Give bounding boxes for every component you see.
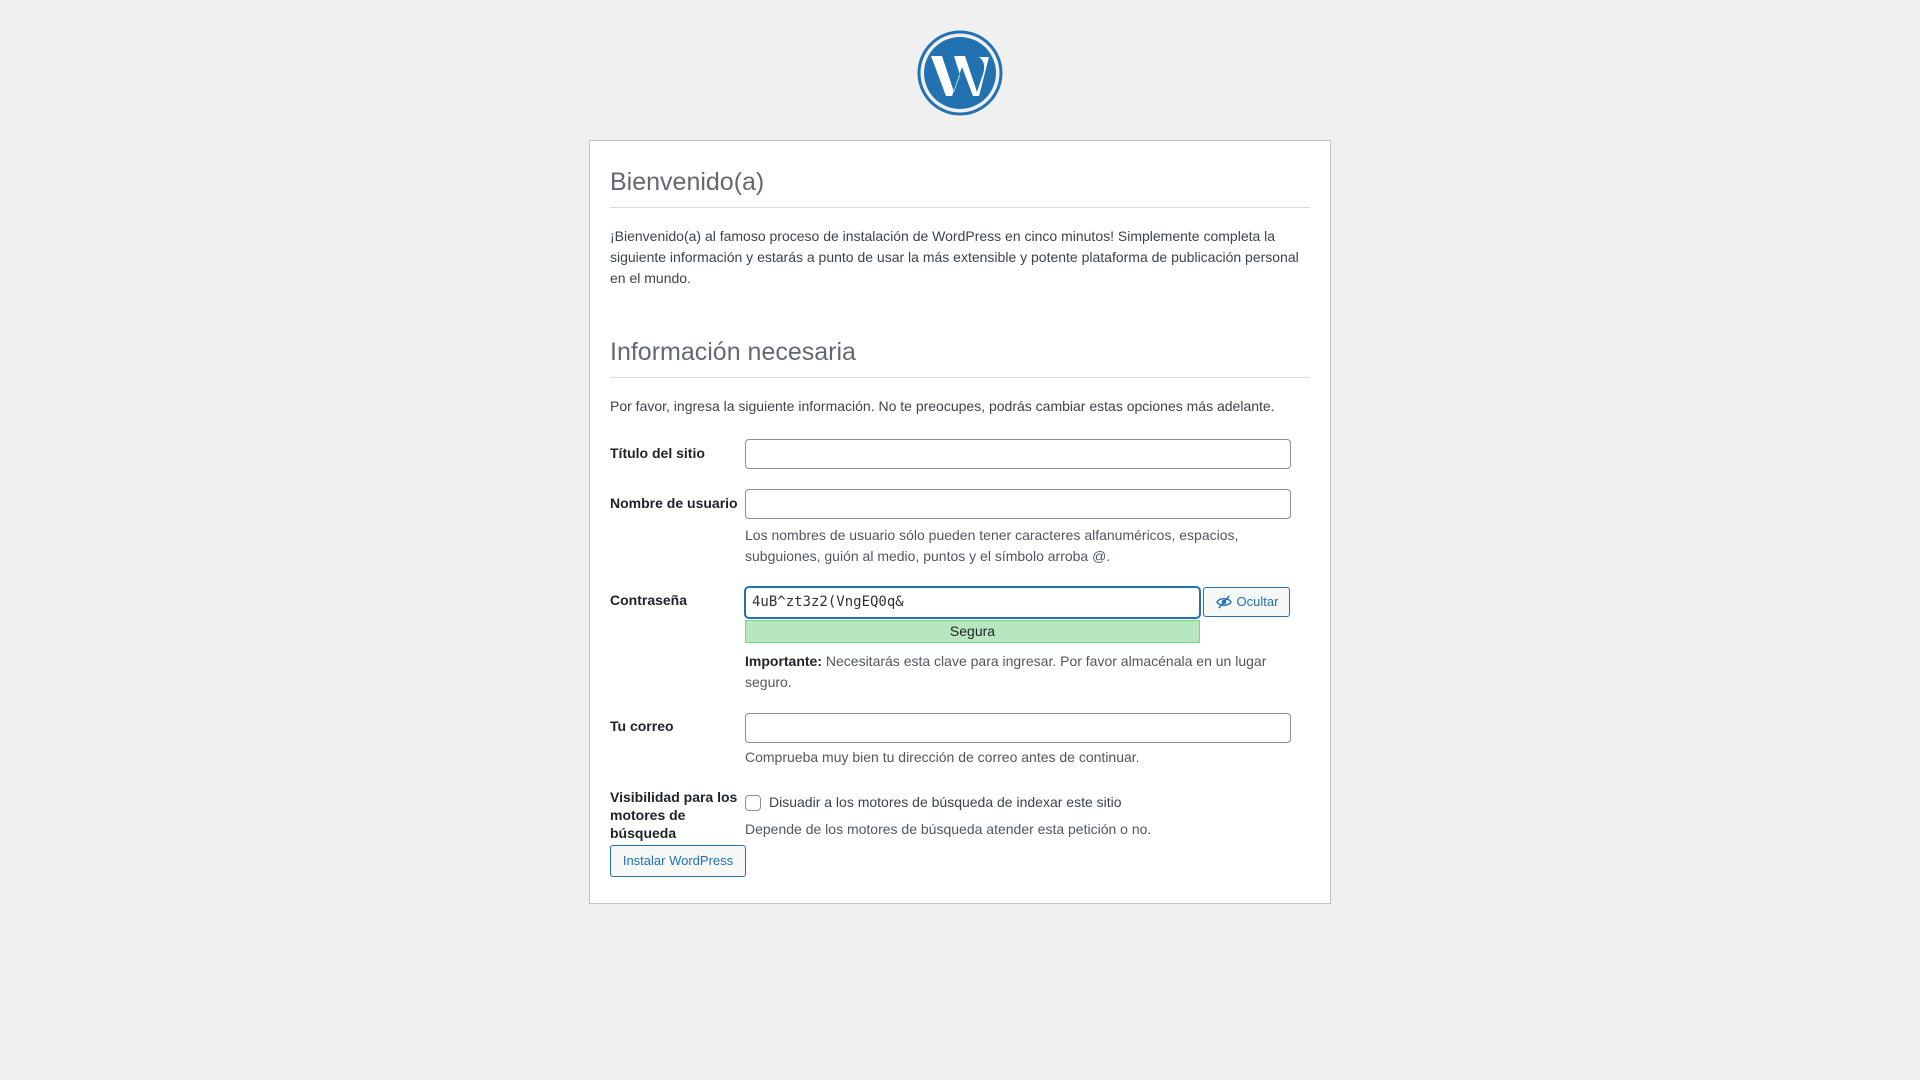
row-password: Contraseña 4uB^zt3z2(VngEQ0q& Ocultar Se…	[610, 587, 1310, 693]
wordpress-logo-icon	[917, 30, 1003, 116]
site-title-label: Título del sitio	[610, 445, 705, 461]
row-visibility: Visibilidad para los motores de búsqueda…	[610, 784, 1310, 842]
row-username: Nombre de usuario Los nombres de usuario…	[610, 489, 1310, 567]
visibility-label: Visibilidad para los motores de búsqueda	[610, 789, 738, 841]
site-title-input[interactable]	[745, 439, 1291, 469]
email-label: Tu correo	[610, 718, 674, 734]
row-site-title: Título del sitio	[610, 439, 1310, 469]
password-note: Importante: Necesitarás esta clave para …	[745, 651, 1291, 693]
eye-slash-icon	[1215, 595, 1232, 609]
install-wordpress-button[interactable]: Instalar WordPress	[610, 845, 746, 877]
visibility-description: Depende de los motores de búsqueda atend…	[745, 821, 1152, 837]
email-input[interactable]	[745, 713, 1291, 743]
username-label: Nombre de usuario	[610, 495, 738, 511]
row-email: Tu correo Comprueba muy bien tu direcció…	[610, 713, 1310, 768]
welcome-text: ¡Bienvenido(a) al famoso proceso de inst…	[610, 228, 1299, 286]
password-strength-meter: Segura	[745, 620, 1200, 643]
info-heading: Información necesaria	[610, 311, 1310, 378]
hide-password-button[interactable]: Ocultar	[1203, 587, 1290, 617]
password-input[interactable]: 4uB^zt3z2(VngEQ0q&	[745, 587, 1200, 618]
info-text: Por favor, ingresa la siguiente informac…	[610, 398, 1275, 414]
password-important-text: Necesitarás esta clave para ingresar. Po…	[745, 653, 1267, 690]
hide-password-label: Ocultar	[1236, 594, 1279, 610]
email-description: Comprueba muy bien tu dirección de corre…	[745, 749, 1140, 765]
username-description: Los nombres de usuario sólo pueden tener…	[745, 527, 1239, 564]
search-visibility-checkbox-label[interactable]: Disuadir a los motores de búsqueda de in…	[769, 792, 1122, 813]
password-label: Contraseña	[610, 592, 688, 608]
search-visibility-checkbox[interactable]	[745, 794, 761, 811]
password-important-label: Importante:	[745, 653, 822, 669]
wordpress-logo[interactable]	[917, 30, 1003, 116]
install-card: Bienvenido(a) ¡Bienvenido(a) al famoso p…	[589, 140, 1331, 904]
username-input[interactable]	[745, 489, 1291, 519]
welcome-heading: Bienvenido(a)	[610, 141, 1310, 208]
